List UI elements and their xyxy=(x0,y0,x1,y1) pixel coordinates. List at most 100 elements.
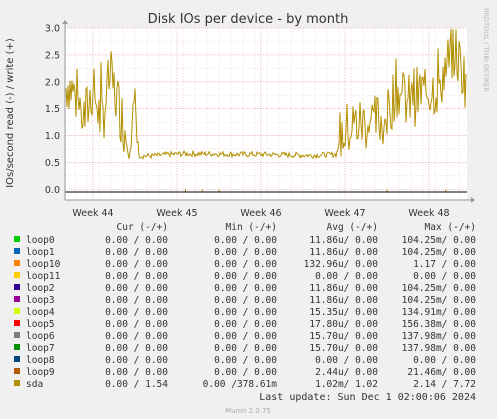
legend-value: 2.14 / 7.72 xyxy=(413,379,476,390)
legend-column-header: Min (-/+) xyxy=(226,222,277,233)
legend-value: 21.46m/ 0.00 xyxy=(407,367,476,378)
legend-value: 0.00 / 0.00 xyxy=(413,271,476,282)
legend-value: 0.00 / 0.00 xyxy=(105,319,168,330)
y-tick-label: 2.0 xyxy=(45,77,60,88)
legend-value: 0.00 / 0.00 xyxy=(105,283,168,294)
legend-swatch xyxy=(14,236,20,242)
legend-series-name: loop6 xyxy=(26,331,55,342)
legend-value: 11.86u/ 0.00 xyxy=(309,295,378,306)
x-tick-label: Week 45 xyxy=(156,208,197,219)
legend-value: 0.00 / 0.00 xyxy=(105,331,168,342)
legend-value: 1.17 / 0.00 xyxy=(413,259,476,270)
munin-version: Munin 2.0.75 xyxy=(225,407,271,415)
legend-row: loop11 0.00 / 0.00 0.00 / 0.00 0.00 / 0.00 0… xyxy=(14,271,476,282)
legend-value: 0.00 / 0.00 xyxy=(214,319,277,330)
legend-series-name: loop11 xyxy=(26,271,61,282)
legend-value: 0.00 / 0.00 xyxy=(214,295,277,306)
legend-series-name: loop7 xyxy=(26,343,55,354)
y-axis-label: IOs/second read (-) / write (+) xyxy=(5,38,16,188)
legend-swatch xyxy=(14,344,20,350)
legend-swatch xyxy=(14,368,20,374)
legend-swatch xyxy=(14,308,20,314)
legend-value: 0.00 / 0.00 xyxy=(105,355,168,366)
legend-value: 0.00 / 0.00 xyxy=(105,271,168,282)
legend-series-name: loop2 xyxy=(26,283,55,294)
legend-value: 15.35u/ 0.00 xyxy=(309,307,378,318)
legend-row: loop8 0.00 / 0.00 0.00 / 0.00 0.00 / 0.00 0.… xyxy=(14,355,476,366)
y-tick-label: 2.5 xyxy=(45,50,60,61)
legend-table: loop0 0.00 / 0.00 0.00 / 0.00 11.86u/ 0.00 1… xyxy=(14,235,476,390)
legend-swatch xyxy=(14,332,20,338)
legend-swatch xyxy=(14,356,20,362)
legend-value: 104.25m/ 0.00 xyxy=(402,247,477,258)
y-axis-arrow xyxy=(62,20,68,24)
legend-value: 0.00 / 0.00 xyxy=(105,307,168,318)
x-tick-label: Week 44 xyxy=(72,208,113,219)
legend-value: 15.70u/ 0.00 xyxy=(309,331,378,342)
x-tick-label: Week 48 xyxy=(408,208,449,219)
legend-row: loop4 0.00 / 0.00 0.00 / 0.00 15.35u/ 0.00 1… xyxy=(14,307,476,318)
y-tick-label: 1.5 xyxy=(45,104,60,115)
x-tick-labels: Week 44 Week 45 Week 46 Week 47 Week 48 xyxy=(72,208,449,219)
y-tick-label: 0.0 xyxy=(45,185,60,196)
legend-row: loop1 0.00 / 0.00 0.00 / 0.00 11.86u/ 0.00 1… xyxy=(14,247,476,258)
legend-swatch xyxy=(14,320,20,326)
legend-headers: Cur (-/+) Min (-/+) Avg (-/+) Max (-/+) xyxy=(117,222,476,233)
x-tick-label: Week 47 xyxy=(324,208,365,219)
legend-value: 0.00 / 0.00 xyxy=(413,355,476,366)
legend-value: 11.86u/ 0.00 xyxy=(309,283,378,294)
legend-series-name: loop10 xyxy=(26,259,61,270)
legend-value: 0.00 / 0.00 xyxy=(214,247,277,258)
legend-column-header: Avg (-/+) xyxy=(327,222,378,233)
y-tick-label: 0.5 xyxy=(45,158,60,169)
legend-value: 0.00 / 0.00 xyxy=(105,259,168,270)
x-tick-label: Week 46 xyxy=(240,208,281,219)
legend-series-name: loop9 xyxy=(26,367,55,378)
legend-value: 137.98m/ 0.00 xyxy=(402,343,477,354)
legend-value: 104.25m/ 0.00 xyxy=(402,283,477,294)
legend-value: 0.00 / 0.00 xyxy=(214,355,277,366)
legend-value: 0.00 / 0.00 xyxy=(214,259,277,270)
legend-value: 0.00 / 0.00 xyxy=(214,367,277,378)
legend-value: 0.00 / 0.00 xyxy=(214,331,277,342)
legend-swatch xyxy=(14,284,20,290)
legend-row: loop3 0.00 / 0.00 0.00 / 0.00 11.86u/ 0.00 1… xyxy=(14,295,476,306)
y-tick-label: 3.0 xyxy=(45,24,60,35)
legend-value: 132.96u/ 0.00 xyxy=(304,259,379,270)
legend-value: 137.98m/ 0.00 xyxy=(402,331,477,342)
last-update-text: Last update: Sun Dec 1 02:00:06 2024 xyxy=(259,392,476,403)
legend-series-name: loop0 xyxy=(26,235,55,246)
legend-value: 0.00 / 0.00 xyxy=(214,271,277,282)
legend-value: 0.00 / 0.00 xyxy=(214,307,277,318)
legend-swatch xyxy=(14,260,20,266)
legend-column-header: Max (-/+) xyxy=(425,222,476,233)
legend-value: 1.02m/ 1.02 xyxy=(315,379,378,390)
legend-swatch xyxy=(14,380,20,386)
legend-series-name: loop4 xyxy=(26,307,55,318)
legend-row: loop6 0.00 / 0.00 0.00 / 0.00 15.70u/ 0.00 1… xyxy=(14,331,476,342)
legend-row: loop10 0.00 / 0.00 0.00 / 0.00 132.96u/ 0.0… xyxy=(14,259,476,270)
legend-swatch xyxy=(14,272,20,278)
legend-value: 156.38m/ 0.00 xyxy=(402,319,477,330)
legend-series-name: loop3 xyxy=(26,295,55,306)
x-axis-arrow xyxy=(471,197,475,203)
legend-series-name: loop1 xyxy=(26,247,55,258)
chart-canvas: Disk IOs per device - by month IOs/secon… xyxy=(5,8,490,415)
legend-row: loop2 0.00 / 0.00 0.00 / 0.00 11.86u/ 0.00 1… xyxy=(14,283,476,294)
legend-row: sda 0.00 / 1.54 0.00 /378.61m 1.02m/ 1.02 2.… xyxy=(14,379,476,390)
legend-row: loop9 0.00 / 0.00 0.00 / 0.00 2.44u/ 0.00 21… xyxy=(14,367,476,378)
legend-value: 17.80u/ 0.00 xyxy=(309,319,378,330)
legend-row: loop5 0.00 / 0.00 0.00 / 0.00 17.80u/ 0.00 1… xyxy=(14,319,476,330)
legend-series-name: sda xyxy=(26,379,43,390)
legend-value: 15.70u/ 0.00 xyxy=(309,343,378,354)
legend-value: 104.25m/ 0.00 xyxy=(402,235,477,246)
rrdtool-watermark: RRDTOOL / TOBI OETIKER xyxy=(482,8,490,92)
legend-value: 0.00 / 0.00 xyxy=(214,283,277,294)
legend-series-name: loop5 xyxy=(26,319,55,330)
legend-swatch xyxy=(14,296,20,302)
legend-row: loop7 0.00 / 0.00 0.00 / 0.00 15.70u/ 0.00 1… xyxy=(14,343,476,354)
y-tick-labels: 3.0 2.5 2.0 1.5 1.0 0.5 0.0 xyxy=(45,24,60,196)
legend-swatch xyxy=(14,248,20,254)
legend-value: 2.44u/ 0.00 xyxy=(315,367,378,378)
legend-value: 0.00 / 0.00 xyxy=(214,343,277,354)
